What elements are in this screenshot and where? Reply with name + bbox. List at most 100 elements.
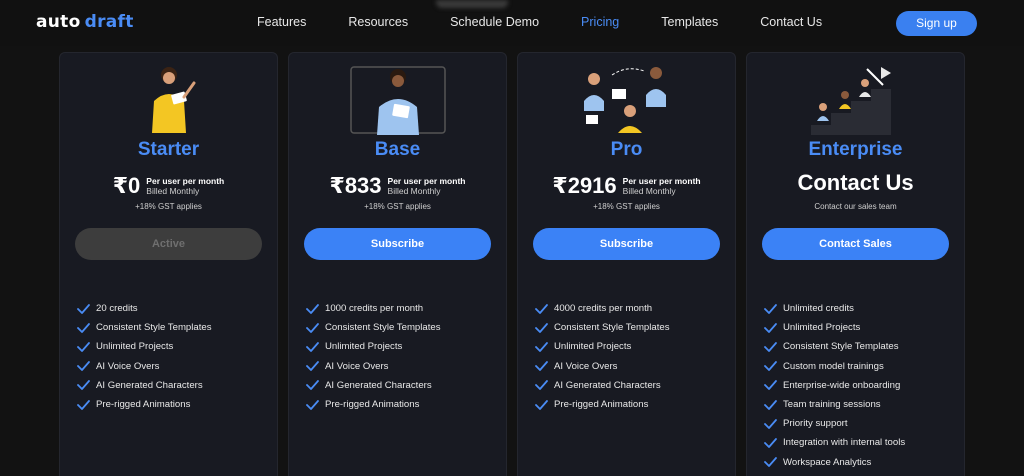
nav-link-pricing[interactable]: Pricing [581, 15, 619, 29]
feature-item: Consistent Style Templates [764, 337, 905, 356]
feature-item: Unlimited Projects [306, 337, 441, 356]
signup-button[interactable]: Sign up [896, 11, 977, 36]
logo-word-auto: auto [36, 12, 81, 32]
price-row: ₹833 Per user per month Billed Monthly [289, 173, 506, 199]
price: ₹2916 [552, 173, 617, 198]
billed-monthly-label: Billed Monthly [146, 186, 200, 196]
feature-label: AI Generated Characters [554, 379, 661, 391]
feature-item: Unlimited Projects [535, 337, 670, 356]
feature-item: Integration with internal tools [764, 433, 905, 452]
billing-info: Per user per month Billed Monthly [146, 176, 224, 196]
nav-link-templates[interactable]: Templates [661, 15, 718, 29]
check-icon [535, 322, 548, 333]
check-icon [535, 303, 548, 314]
price: ₹0 [112, 173, 141, 198]
feature-label: Unlimited Projects [783, 322, 861, 334]
contact-sales-note: Contact our sales team [814, 202, 897, 211]
feature-item: Enterprise-wide onboarding [764, 376, 905, 395]
check-icon [764, 438, 777, 448]
subscribe-button[interactable]: Subscribe [304, 228, 491, 260]
check-icon [764, 380, 777, 391]
check-icon [77, 380, 90, 391]
nav-link-contact-us[interactable]: Contact Us [760, 15, 822, 29]
check-icon [77, 322, 90, 333]
feature-label: Enterprise-wide onboarding [783, 379, 901, 391]
active-plan-button[interactable]: Active [75, 228, 262, 260]
feature-item: Unlimited credits [764, 299, 905, 318]
feature-label: Consistent Style Templates [96, 322, 212, 334]
feature-item: Priority support [764, 414, 905, 433]
feature-label: Consistent Style Templates [325, 322, 441, 334]
feature-list: 4000 credits per month Consistent Style T… [535, 299, 670, 414]
feature-label: Consistent Style Templates [554, 322, 670, 334]
check-icon [764, 457, 777, 467]
check-icon [535, 380, 548, 391]
billing-info: Per user per month Billed Monthly [388, 176, 466, 196]
pro-illustration [583, 67, 666, 133]
feature-label: Pre-rigged Animations [554, 399, 649, 411]
feature-label: AI Generated Characters [325, 379, 432, 391]
price-row: ₹0 Per user per month Billed Monthly [60, 173, 277, 199]
feature-item: 1000 credits per month [306, 299, 441, 318]
billed-monthly-label: Billed Monthly [387, 186, 441, 196]
check-icon [764, 361, 777, 372]
feature-label: Priority support [783, 418, 848, 430]
billed-monthly-label: Billed Monthly [622, 186, 676, 196]
feature-label: Workspace Analytics [783, 456, 872, 468]
plan-name: Pro [610, 139, 643, 160]
enterprise-illustration [810, 67, 891, 135]
check-icon [764, 399, 777, 410]
feature-item: Unlimited Projects [764, 318, 905, 337]
feature-item: Pre-rigged Animations [535, 395, 670, 414]
contact-sales-button[interactable]: Contact Sales [762, 228, 949, 260]
nav-link-features[interactable]: Features [257, 15, 306, 29]
price-row: ₹2916 Per user per month Billed Monthly [518, 173, 735, 199]
feature-label: AI Voice Overs [96, 360, 160, 372]
feature-item: Workspace Analytics [764, 453, 905, 472]
price: ₹833 [329, 173, 382, 198]
feature-label: Unlimited Projects [325, 341, 403, 353]
feature-label: Integration with internal tools [783, 437, 906, 449]
plan-name: Starter [137, 139, 200, 160]
top-nav: auto draft Features Resources Schedule De… [0, 0, 1024, 46]
feature-item: AI Voice Overs [306, 357, 441, 376]
feature-label: Pre-rigged Animations [96, 399, 191, 411]
starter-illustration [151, 67, 195, 133]
feature-item: Consistent Style Templates [77, 318, 212, 337]
check-icon [306, 399, 319, 410]
check-icon [77, 342, 90, 352]
check-icon [77, 303, 90, 314]
check-icon [535, 399, 548, 410]
feature-item: Pre-rigged Animations [77, 395, 212, 414]
per-user-label: Per user per month [146, 176, 225, 186]
gst-note: +18% GST applies [364, 202, 431, 211]
gst-note: +18% GST applies [593, 202, 660, 211]
check-icon [306, 342, 319, 352]
feature-label: AI Voice Overs [554, 360, 618, 372]
per-user-label: Per user per month [622, 176, 701, 186]
subscribe-button[interactable]: Subscribe [533, 228, 720, 260]
nav-link-schedule-demo[interactable]: Schedule Demo [450, 15, 539, 29]
check-icon [764, 342, 777, 352]
feature-label: AI Voice Overs [325, 360, 389, 372]
check-icon [764, 303, 777, 314]
check-icon [306, 380, 319, 391]
logo[interactable]: auto draft [36, 12, 134, 32]
plan-card-pro: Pro ₹2916 Per user per month Billed Mont… [517, 52, 736, 476]
feature-item: Consistent Style Templates [306, 318, 441, 337]
feature-item: AI Generated Characters [306, 376, 441, 395]
feature-item: Custom model trainings [764, 357, 905, 376]
feature-item: AI Generated Characters [77, 376, 212, 395]
feature-label: Unlimited Projects [96, 341, 174, 353]
feature-label: Pre-rigged Animations [325, 399, 420, 411]
check-icon [306, 361, 319, 372]
check-icon [535, 361, 548, 372]
check-icon [306, 303, 319, 314]
logo-word-draft: draft [84, 12, 134, 32]
contact-us-headline: Contact Us [797, 170, 914, 195]
feature-item: AI Voice Overs [535, 357, 670, 376]
nav-link-resources[interactable]: Resources [348, 15, 408, 29]
feature-label: AI Generated Characters [96, 379, 203, 391]
feature-item: Pre-rigged Animations [306, 395, 441, 414]
plan-card-base: Base ₹833 Per user per month Billed Mont… [288, 52, 507, 476]
